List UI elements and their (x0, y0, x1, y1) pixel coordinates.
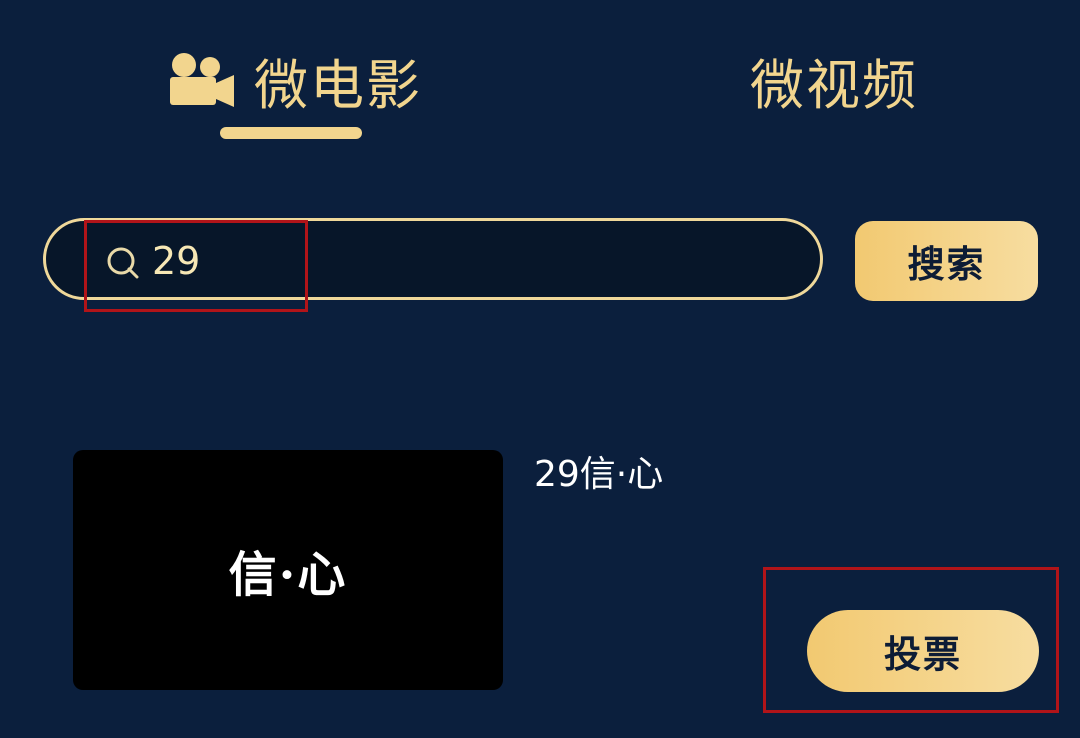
tab-micro-video-label: 微视频 (750, 53, 918, 117)
vote-annotation-box (763, 567, 1059, 713)
film-title[interactable]: 29信·心 (534, 450, 663, 500)
active-tab-indicator (220, 127, 362, 139)
search-button[interactable]: 搜索 (855, 221, 1038, 301)
thumbnail-title: 信·心 (228, 547, 348, 603)
film-thumbnail[interactable]: 信·心 (73, 450, 503, 690)
tab-micro-film-label: 微电影 (254, 53, 422, 117)
camera-icon (170, 53, 234, 107)
tab-micro-film[interactable]: 微电影 (166, 40, 422, 120)
tab-micro-video[interactable]: 微视频 (750, 40, 918, 120)
search-annotation-box (84, 220, 308, 312)
category-tabs: 微电影 微视频 (0, 0, 1080, 150)
